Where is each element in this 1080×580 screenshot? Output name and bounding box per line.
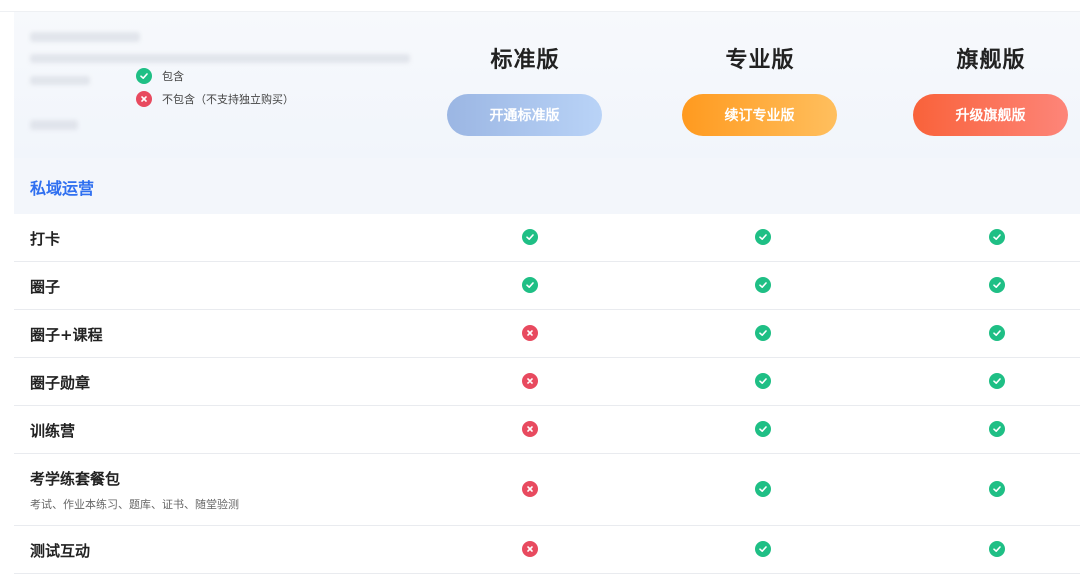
plan-flagship-name: 旗舰版 (956, 48, 1026, 73)
feature-label: 圈子+课程 (30, 326, 103, 344)
feature-label: 打卡 (30, 230, 61, 248)
check-circle-icon (522, 277, 538, 293)
table-row: 考学练套餐包考试、作业本练习、题库、证书、随堂验测 (14, 454, 1080, 526)
section-header: 私域运营 (14, 158, 1080, 214)
check-circle-icon (989, 325, 1005, 341)
x-circle-icon (136, 91, 152, 107)
check-circle-icon (989, 277, 1005, 293)
plan-professional: 专业版 续订专业版 (680, 12, 840, 158)
legend-included-label: 包含 (162, 70, 184, 83)
table-row: 圈子+课程 (14, 310, 1080, 358)
x-circle-icon (522, 325, 538, 341)
section-title: 私域运营 (30, 179, 95, 198)
open-standard-button[interactable]: 开通标准版 (447, 94, 602, 136)
check-circle-icon (755, 229, 771, 245)
blurred-text (30, 76, 90, 85)
upgrade-flagship-button[interactable]: 升级旗舰版 (913, 94, 1068, 136)
blurred-text (30, 120, 78, 130)
feature-label: 圈子 (30, 278, 61, 296)
check-circle-icon (755, 373, 771, 389)
legend-included: 包含 (136, 68, 184, 84)
top-divider (0, 0, 1080, 12)
plan-professional-name: 专业版 (725, 48, 795, 73)
table-row: 打卡 (14, 214, 1080, 262)
check-circle-icon (755, 541, 771, 557)
plan-standard: 标准版 开通标准版 (445, 12, 605, 158)
check-circle-icon (755, 421, 771, 437)
blurred-text (30, 32, 140, 42)
check-circle-icon (989, 229, 1005, 245)
check-circle-icon (755, 481, 771, 497)
feature-description: 考试、作业本练习、题库、证书、随堂验测 (30, 498, 239, 511)
x-circle-icon (522, 541, 538, 557)
table-row: 圈子 (14, 262, 1080, 310)
legend-excluded: 不包含（不支持独立购买） (136, 91, 294, 107)
pricing-header: 包含 不包含（不支持独立购买） 标准版 开通标准版 专业版 续订专业版 旗舰版 … (14, 12, 1080, 158)
x-circle-icon (522, 421, 538, 437)
table-row: 圈子勋章 (14, 358, 1080, 406)
check-circle-icon (989, 373, 1005, 389)
x-circle-icon (522, 373, 538, 389)
plan-standard-name: 标准版 (490, 48, 560, 73)
feature-label: 圈子勋章 (30, 374, 91, 392)
plan-flagship: 旗舰版 升级旗舰版 (911, 12, 1071, 158)
feature-label: 训练营 (30, 422, 76, 440)
table-row: 训练营 (14, 406, 1080, 454)
feature-label: 考学练套餐包 (30, 470, 121, 488)
legend-excluded-label: 不包含（不支持独立购买） (162, 93, 294, 106)
check-circle-icon (522, 229, 538, 245)
check-circle-icon (989, 421, 1005, 437)
feature-table: 打卡圈子圈子+课程圈子勋章训练营考学练套餐包考试、作业本练习、题库、证书、随堂验… (14, 214, 1080, 574)
check-circle-icon (989, 541, 1005, 557)
check-circle-icon (755, 277, 771, 293)
blurred-text (30, 54, 410, 63)
check-circle-icon (989, 481, 1005, 497)
check-circle-icon (755, 325, 771, 341)
check-circle-icon (136, 68, 152, 84)
x-circle-icon (522, 481, 538, 497)
legend: 包含 不包含（不支持独立购买） (14, 12, 414, 158)
renew-professional-button[interactable]: 续订专业版 (682, 94, 837, 136)
feature-label: 测试互动 (30, 542, 91, 560)
table-row: 测试互动 (14, 526, 1080, 574)
